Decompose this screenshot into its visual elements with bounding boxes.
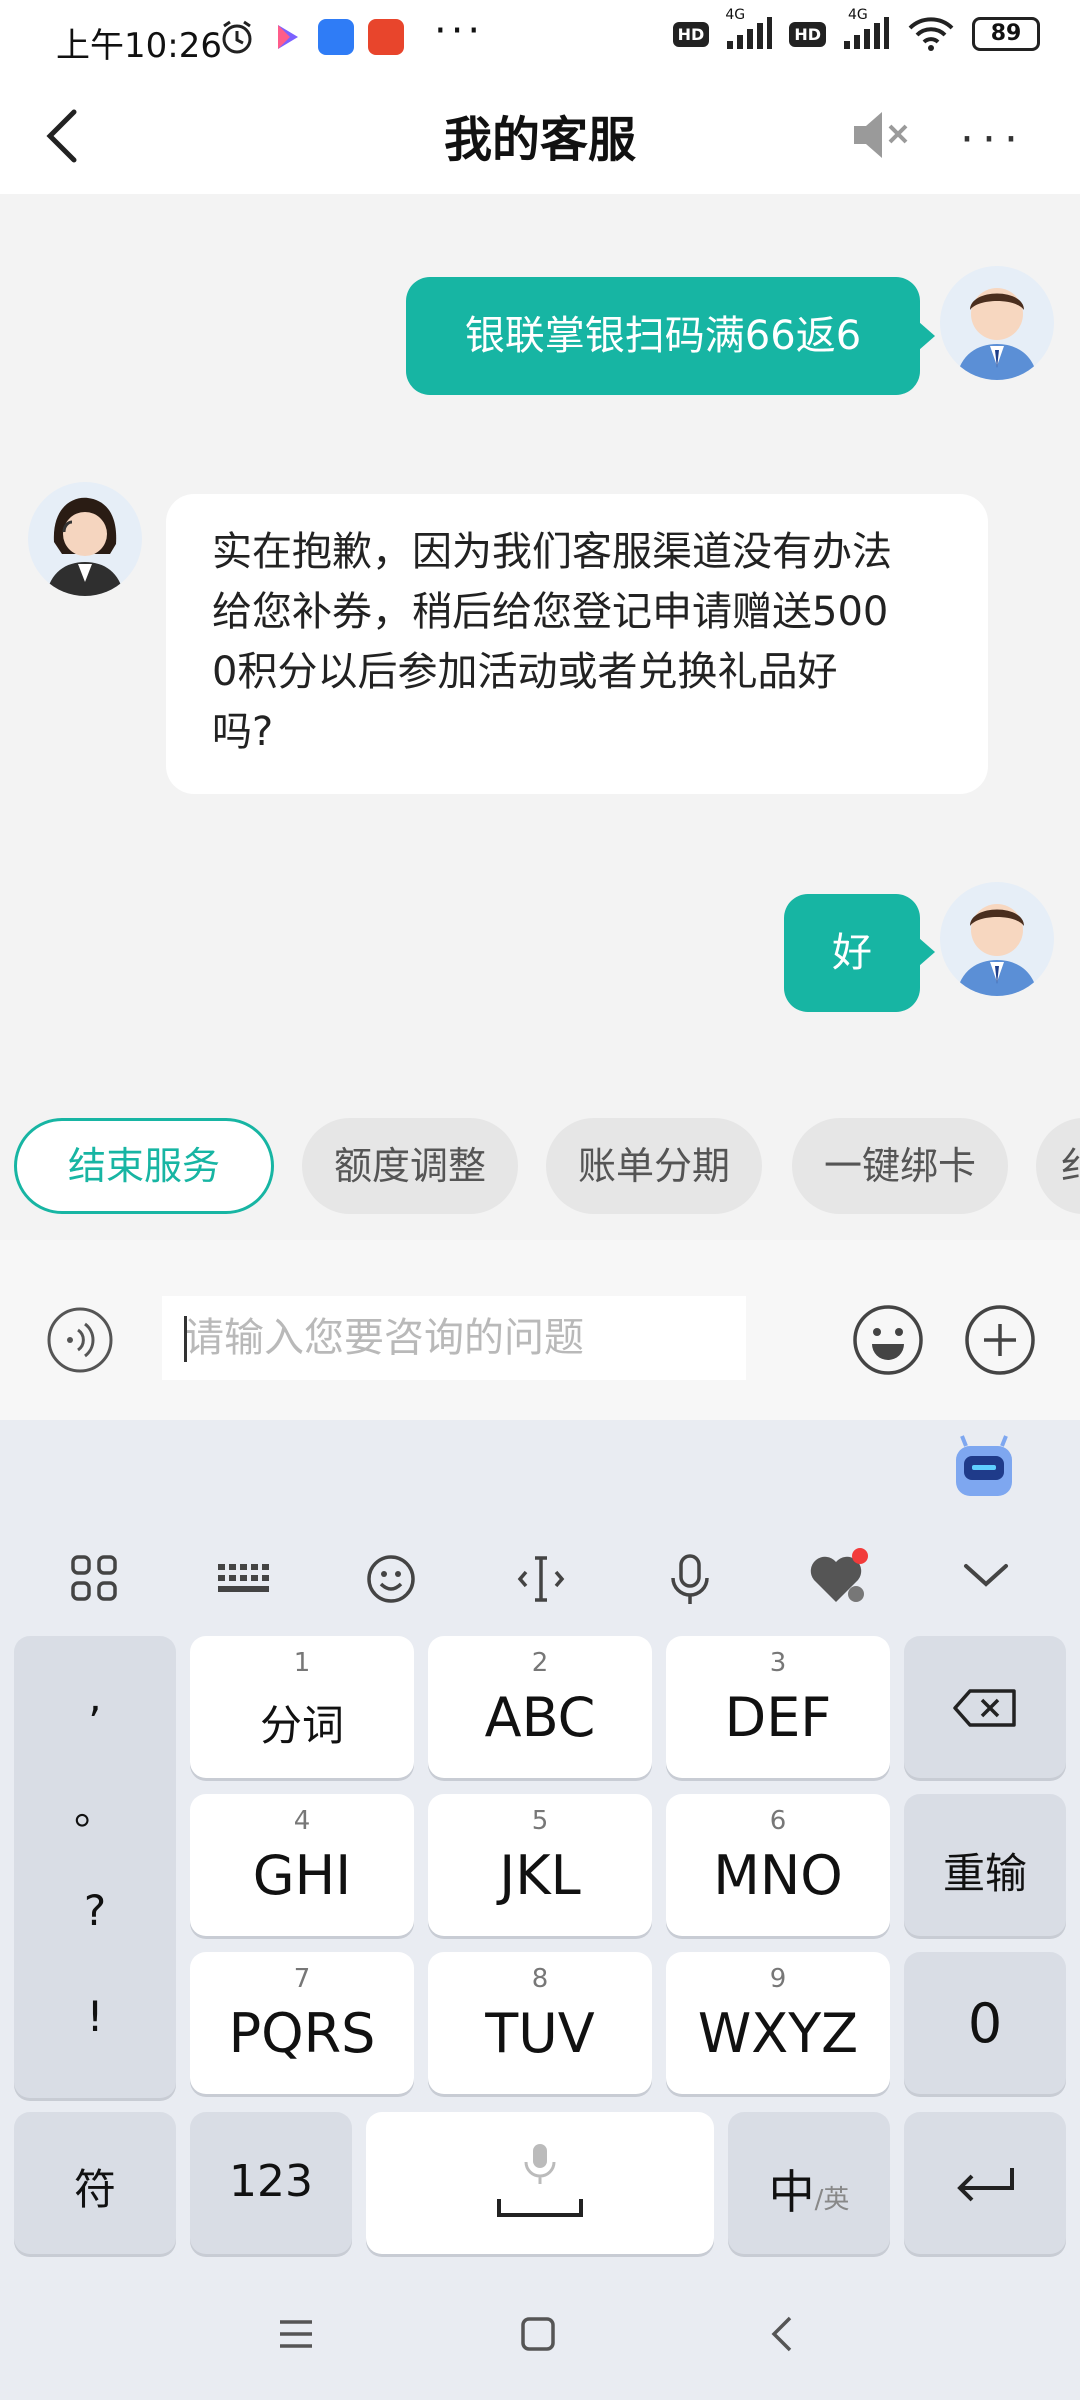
wifi-icon (906, 16, 956, 52)
zero-key[interactable]: 0 (904, 1952, 1066, 2094)
backspace-key[interactable] (904, 1636, 1066, 1778)
backspace-icon (952, 1688, 1018, 1728)
keyboard-layout-icon[interactable] (216, 1554, 270, 1602)
keyboard-toolbar (0, 1530, 1080, 1630)
key-abc[interactable]: 2 ABC (428, 1636, 652, 1778)
punct-exclaim[interactable]: ! (14, 1992, 176, 2041)
menu-nav-icon[interactable] (278, 2318, 314, 2350)
signal-icon-2: 4G (842, 7, 890, 51)
microphone-icon[interactable] (668, 1554, 712, 1606)
space-key[interactable] (366, 2112, 714, 2254)
collapse-keyboard-icon[interactable] (962, 1560, 1010, 1590)
key-def[interactable]: 3 DEF (666, 1636, 890, 1778)
input-bar: 请输入您要咨询的问题 (0, 1240, 1080, 1420)
space-mic-icon (520, 2142, 560, 2190)
key-mno[interactable]: 6 MNO (666, 1794, 890, 1936)
emoji-icon[interactable] (852, 1304, 924, 1376)
status-bar: 上午10:26 ··· HD 4G HD 4G 89 (0, 0, 1080, 78)
agent-avatar (28, 482, 142, 596)
home-nav-icon[interactable] (520, 2316, 556, 2352)
number-mode-key[interactable]: 123 (190, 2112, 352, 2254)
enter-icon (954, 2164, 1018, 2204)
agent-message-bubble: 实在抱歉，因为我们客服渠道没有办法 给您补券，稍后给您登记申请赠送500 0积分… (166, 494, 988, 794)
key-jkl[interactable]: 5 JKL (428, 1794, 652, 1936)
ime-keyboard: , 。 ? ! 1 分词 2 ABC 3 DEF 4 GHI 5 JKL 6 M… (0, 1420, 1080, 2400)
bind-card-chip[interactable]: 一键绑卡 (792, 1118, 1008, 1214)
back-nav-icon[interactable] (768, 2314, 798, 2354)
hd-badge: HD (672, 21, 710, 47)
punct-question[interactable]: ? (14, 1886, 176, 1935)
key-fenci[interactable]: 1 分词 (190, 1636, 414, 1778)
message-input[interactable]: 请输入您要咨询的问题 (162, 1296, 746, 1380)
emoji-panel-icon[interactable] (366, 1554, 416, 1604)
space-bar-icon (496, 2196, 584, 2220)
credit-limit-chip[interactable]: 额度调整 (302, 1118, 518, 1214)
language-switch-key[interactable]: 中/英 (728, 2112, 890, 2254)
signal-icon: 4G (725, 7, 773, 51)
symbols-key[interactable]: 符 (14, 2112, 176, 2254)
enter-key[interactable] (904, 2112, 1066, 2254)
battery-indicator: 89 (972, 17, 1040, 51)
pinduoduo-app-icon (368, 19, 404, 55)
page-title: 我的客服 (443, 112, 636, 168)
key-pqrs[interactable]: 7 PQRS (190, 1952, 414, 2094)
bill-installment-chip[interactable]: 账单分期 (546, 1118, 762, 1214)
reenter-key[interactable]: 重输 (904, 1794, 1066, 1936)
voice-input-icon[interactable] (46, 1306, 114, 1374)
punct-period[interactable]: 。 (14, 1776, 176, 1837)
key-wxyz[interactable]: 9 WXYZ (666, 1952, 890, 2094)
end-service-chip[interactable]: 结束服务 (14, 1118, 274, 1214)
user-avatar (940, 882, 1054, 996)
alarm-icon (218, 18, 256, 56)
system-nav-bar (0, 2270, 1080, 2400)
text-cursor-edit-icon[interactable] (516, 1554, 566, 1604)
hd-badge-2: HD (789, 21, 826, 47)
app-header: 我的客服 ··· (0, 78, 1080, 194)
user-avatar (940, 266, 1054, 380)
more-chip[interactable]: 纟 (1036, 1118, 1080, 1214)
play-store-icon (270, 20, 304, 54)
text-cursor (184, 1316, 187, 1362)
assistant-robot-icon[interactable] (948, 1432, 1020, 1504)
grid-menu-icon[interactable] (70, 1554, 118, 1602)
autohome-app-icon (318, 19, 354, 55)
quick-actions-bar: 结束服务 额度调整 账单分期 一键绑卡 纟 (0, 1110, 1080, 1220)
key-ghi[interactable]: 4 GHI (190, 1794, 414, 1936)
punctuation-column[interactable]: , 。 ? ! (14, 1636, 176, 2098)
more-notifications-icon: ··· (434, 8, 485, 54)
speaker-mute-icon[interactable] (848, 108, 910, 162)
favorites-heart-icon[interactable] (806, 1546, 872, 1608)
key-tuv[interactable]: 8 TUV (428, 1952, 652, 2094)
user-message-bubble: 好 (784, 894, 920, 1012)
add-attachment-icon[interactable] (964, 1304, 1036, 1376)
status-time: 上午10:26 (56, 26, 222, 66)
punct-comma[interactable]: , (14, 1672, 176, 1721)
more-options-icon[interactable]: ··· (960, 114, 1026, 165)
user-message-bubble: 银联掌银扫码满66返6 (406, 277, 920, 395)
